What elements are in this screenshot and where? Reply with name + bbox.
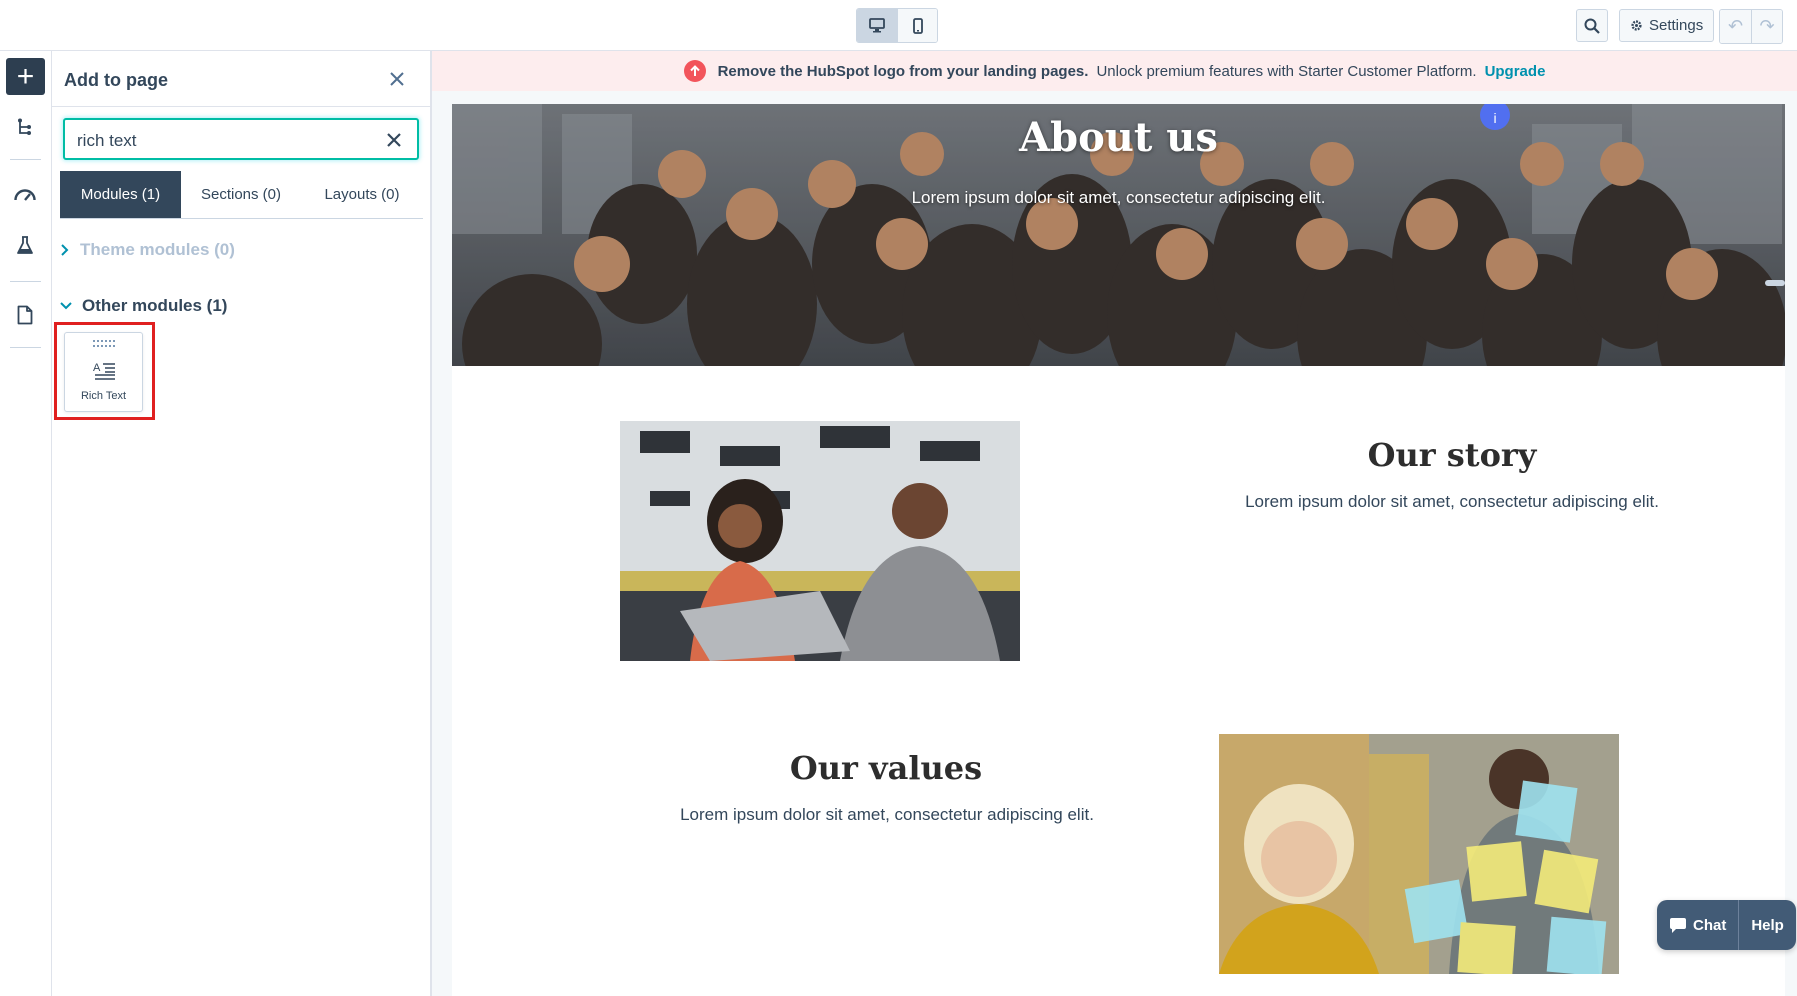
- tree-icon: [18, 118, 31, 135]
- help-label: Help: [1751, 916, 1784, 934]
- story-text[interactable]: Lorem ipsum dolor sit amet, consectetur …: [1112, 492, 1785, 512]
- mobile-icon: [912, 17, 923, 34]
- settings-button[interactable]: Settings: [1619, 9, 1715, 42]
- search-icon: [1584, 18, 1600, 34]
- help-widget: Chat Help: [1657, 900, 1796, 950]
- panel-header: Add to page: [52, 51, 430, 107]
- sticky-notes-photo: [1219, 734, 1619, 974]
- banner-text: Unlock premium features with Starter Cus…: [1096, 62, 1477, 80]
- theme-modules-group[interactable]: Theme modules (0): [60, 240, 235, 260]
- hero-subtitle: Lorem ipsum dolor sit amet, consectetur …: [911, 188, 1326, 207]
- plus-icon: +: [16, 59, 35, 93]
- tab-modules[interactable]: Modules (1): [60, 171, 181, 218]
- chevron-down-icon: [60, 302, 72, 310]
- module-tabs: Modules (1) Sections (0) Layouts (0): [60, 171, 423, 219]
- chat-icon: [1670, 917, 1686, 933]
- upgrade-link[interactable]: Upgrade: [1485, 63, 1546, 80]
- document-icon: [17, 305, 33, 325]
- module-search-input[interactable]: rich text: [63, 118, 419, 160]
- help-button[interactable]: Help: [1738, 900, 1796, 950]
- story-title[interactable]: Our story: [1272, 436, 1632, 474]
- redo-icon: ↷: [1759, 16, 1775, 36]
- test-button[interactable]: [11, 231, 39, 259]
- close-icon[interactable]: [388, 70, 406, 88]
- gauge-icon: [14, 189, 36, 201]
- other-modules-group[interactable]: Other modules (1): [60, 296, 227, 316]
- add-button[interactable]: +: [6, 58, 45, 95]
- panel-title: Add to page: [64, 70, 168, 90]
- gear-icon: [1631, 20, 1642, 31]
- mobile-preview-button[interactable]: [897, 9, 937, 42]
- upgrade-banner: Remove the HubSpot logo from your landin…: [432, 51, 1797, 91]
- add-to-page-panel: Add to page rich text Modules (1) Sectio…: [52, 51, 432, 996]
- rail-divider: [10, 347, 41, 348]
- clear-search-icon[interactable]: [386, 132, 402, 148]
- undo-icon: ↶: [1727, 16, 1744, 36]
- desktop-icon: [869, 18, 885, 33]
- values-text[interactable]: Lorem ipsum dolor sit amet, consectetur …: [562, 805, 1212, 825]
- flask-icon: [17, 236, 33, 254]
- group-label: Other modules (1): [82, 296, 228, 315]
- hero-section[interactable]: About us Lorem ipsum dolor sit amet, con…: [452, 104, 1785, 366]
- optimize-button[interactable]: [11, 180, 39, 208]
- values-title[interactable]: Our values: [686, 749, 1086, 787]
- values-image[interactable]: [1219, 734, 1619, 974]
- layers-button[interactable]: [11, 114, 39, 142]
- search-button[interactable]: [1576, 9, 1608, 42]
- undo-button[interactable]: ↶: [1720, 10, 1751, 43]
- hero-title: About us: [1019, 114, 1218, 161]
- page-preview: Remove the HubSpot logo from your landin…: [432, 51, 1797, 996]
- highlight-annotation: [54, 322, 155, 420]
- history-controls: ↶ ↷: [1719, 9, 1783, 44]
- chat-button[interactable]: Chat: [1657, 900, 1738, 950]
- page-settings-button[interactable]: [11, 301, 39, 329]
- resize-handle[interactable]: [1765, 280, 1785, 286]
- device-switcher: [856, 8, 938, 43]
- rail-divider: [10, 159, 41, 160]
- tab-sections[interactable]: Sections (0): [181, 171, 301, 218]
- tab-layouts[interactable]: Layouts (0): [301, 171, 423, 218]
- chat-label: Chat: [1693, 916, 1727, 934]
- editor-toolbar: Settings ↶ ↷: [0, 0, 1797, 51]
- banner-headline: Remove the HubSpot logo from your landin…: [717, 62, 1089, 80]
- story-image[interactable]: [620, 421, 1020, 661]
- search-value: rich text: [77, 131, 137, 150]
- coworkers-laptop-photo: [620, 421, 1020, 661]
- settings-label: Settings: [1649, 17, 1704, 34]
- arrow-up-icon: [683, 60, 706, 82]
- landing-page: About us Lorem ipsum dolor sit amet, con…: [452, 104, 1785, 996]
- rail-divider: [10, 281, 41, 282]
- desktop-preview-button[interactable]: [857, 9, 897, 42]
- chevron-right-icon: [61, 244, 69, 256]
- editor-sidebar-rail: +: [0, 51, 52, 996]
- redo-button[interactable]: ↷: [1751, 10, 1782, 43]
- group-label: Theme modules (0): [80, 240, 235, 259]
